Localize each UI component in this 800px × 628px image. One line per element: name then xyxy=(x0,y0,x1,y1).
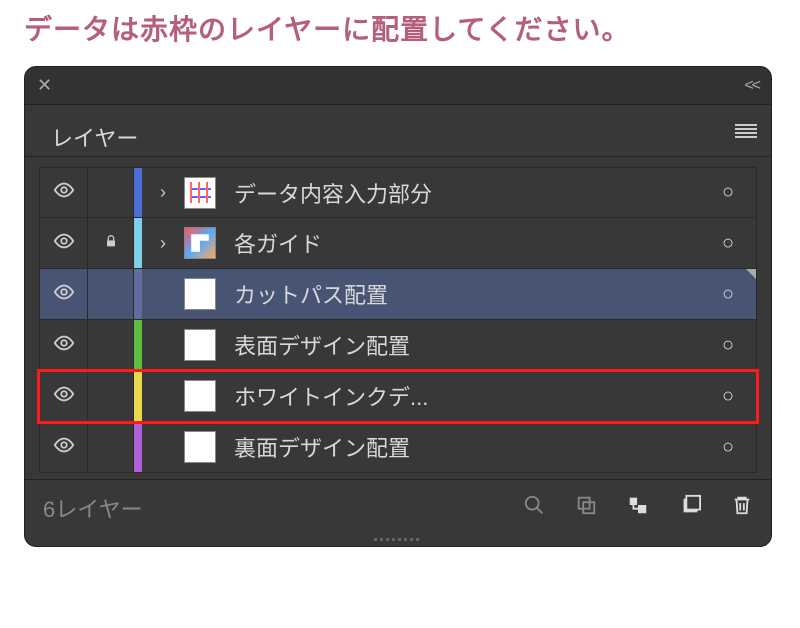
layer-color-swatch xyxy=(134,422,142,472)
layer-thumbnail xyxy=(180,278,220,310)
visibility-toggle[interactable] xyxy=(40,320,88,370)
search-icon[interactable] xyxy=(523,494,545,521)
layer-thumbnail xyxy=(180,227,220,259)
target-indicator[interactable]: ○ xyxy=(700,181,756,204)
panel-tabs: レイヤー xyxy=(25,105,771,157)
eye-icon xyxy=(53,383,75,410)
layer-row[interactable]: › データ内容入力部分○ xyxy=(39,167,757,218)
target-indicator[interactable]: ○ xyxy=(700,385,756,408)
collect-icon[interactable] xyxy=(575,494,597,521)
new-sublayer-icon[interactable] xyxy=(627,494,649,521)
eye-icon xyxy=(53,434,75,461)
lock-icon xyxy=(103,233,119,254)
visibility-toggle[interactable] xyxy=(40,422,88,472)
layer-name[interactable]: 裏面デザイン配置 xyxy=(220,431,700,463)
panel-footer: 6レイヤー xyxy=(25,479,771,535)
visibility-toggle[interactable] xyxy=(40,168,88,217)
target-indicator[interactable]: ○ xyxy=(700,232,756,255)
target-indicator[interactable]: ○ xyxy=(700,334,756,357)
target-indicator[interactable]: ○ xyxy=(700,283,756,306)
layer-color-swatch xyxy=(134,371,142,421)
layer-color-swatch xyxy=(134,218,142,268)
trash-icon[interactable] xyxy=(731,494,753,521)
tab-layers[interactable]: レイヤー xyxy=(25,105,164,156)
lock-toggle[interactable] xyxy=(88,422,134,472)
target-indicator[interactable]: ○ xyxy=(700,436,756,459)
layer-color-swatch xyxy=(134,320,142,370)
lock-toggle[interactable] xyxy=(88,218,134,268)
layer-name[interactable]: 各ガイド xyxy=(220,227,700,259)
resize-handle[interactable] xyxy=(25,535,771,546)
layer-thumbnail xyxy=(180,380,220,412)
layer-color-swatch xyxy=(134,168,142,217)
layer-name[interactable]: ホワイトインクデ... xyxy=(220,380,700,412)
panel-menu-icon[interactable] xyxy=(735,124,757,138)
collapse-icon[interactable]: << xyxy=(744,77,759,95)
layers-panel: ✕ << レイヤー ›データ内容入力部分○›各ガイド○カットパス配置○表面デザイ… xyxy=(24,66,772,547)
layer-list: ›データ内容入力部分○›各ガイド○カットパス配置○表面デザイン配置○ホワイトイン… xyxy=(25,157,771,479)
layer-color-swatch xyxy=(134,269,142,319)
expand-toggle[interactable]: › xyxy=(142,233,180,254)
layer-row[interactable]: ホワイトインクデ...○ xyxy=(39,371,757,422)
layer-row[interactable]: 表面デザイン配置○ xyxy=(39,320,757,371)
layer-thumbnail xyxy=(180,329,220,361)
instruction-text: データは赤枠のレイヤーに配置してください。 xyxy=(0,0,800,66)
layer-row[interactable]: 裏面デザイン配置○ xyxy=(39,422,757,473)
visibility-toggle[interactable] xyxy=(40,218,88,268)
layer-row[interactable]: カットパス配置○ xyxy=(39,269,757,320)
layer-thumbnail xyxy=(180,431,220,463)
layer-row[interactable]: › 各ガイド○ xyxy=(39,218,757,269)
close-icon[interactable]: ✕ xyxy=(37,75,52,96)
layer-count: 6レイヤー xyxy=(43,492,143,524)
layer-name[interactable]: 表面デザイン配置 xyxy=(220,329,700,361)
layer-thumbnail xyxy=(180,177,220,209)
layer-name[interactable]: カットパス配置 xyxy=(220,278,700,310)
expand-toggle[interactable]: › xyxy=(142,182,180,203)
layer-name[interactable]: データ内容入力部分 xyxy=(220,177,700,209)
lock-toggle[interactable] xyxy=(88,269,134,319)
new-layer-icon[interactable] xyxy=(679,494,701,521)
lock-toggle[interactable] xyxy=(88,371,134,421)
lock-toggle[interactable] xyxy=(88,168,134,217)
eye-icon xyxy=(53,179,75,206)
eye-icon xyxy=(53,281,75,308)
visibility-toggle[interactable] xyxy=(40,371,88,421)
eye-icon xyxy=(53,230,75,257)
eye-icon xyxy=(53,332,75,359)
visibility-toggle[interactable] xyxy=(40,269,88,319)
panel-header: ✕ << xyxy=(25,67,771,105)
lock-toggle[interactable] xyxy=(88,320,134,370)
